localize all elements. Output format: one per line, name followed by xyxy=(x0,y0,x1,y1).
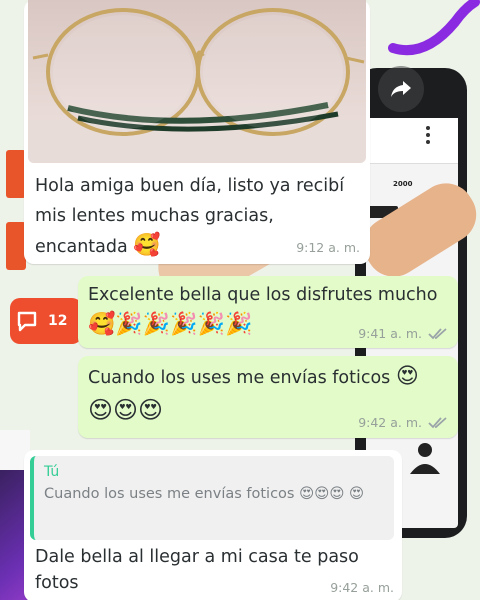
double-check-icon xyxy=(428,327,447,339)
incoming-reply-message[interactable]: Tú Cuando los uses me envías foticos 😍😍😍… xyxy=(24,450,402,600)
forward-button[interactable] xyxy=(378,66,424,112)
message-meta: 9:12 a. m. xyxy=(296,240,360,255)
double-check-icon xyxy=(428,416,447,428)
background-phone-stat: 2000 xyxy=(393,180,412,188)
background-phone-topbar xyxy=(366,118,458,164)
message-meta: 9:41 a. m. xyxy=(358,326,448,341)
message-emoji: 🥰 xyxy=(133,233,161,258)
message-meta: 9:42 a. m. xyxy=(330,580,394,595)
message-time: 9:42 a. m. xyxy=(358,415,422,430)
quoted-message[interactable]: Tú Cuando los uses me envías foticos 😍😍😍… xyxy=(30,456,394,540)
quoted-author: Tú xyxy=(44,464,60,480)
notification-count: 12 xyxy=(48,313,68,329)
message-meta: 9:42 a. m. xyxy=(358,415,448,430)
message-time: 9:41 a. m. xyxy=(358,326,422,341)
message-time: 9:42 a. m. xyxy=(330,580,394,595)
incoming-message[interactable]: Hola amiga buen día, listo ya recibí mis… xyxy=(24,0,370,264)
message-photo[interactable] xyxy=(28,0,366,163)
background-phone-stat-value: 2000 xyxy=(393,180,413,188)
person-icon xyxy=(410,443,440,474)
message-time: 9:12 a. m. xyxy=(296,240,360,255)
background-red-tab xyxy=(6,222,26,270)
background-red-tab xyxy=(6,150,26,198)
quoted-text: Cuando los uses me envías foticos 😍😍😍 😍 xyxy=(44,486,365,502)
forward-arrow-icon xyxy=(391,81,411,97)
message-body: Excelente bella que los disfrutes mucho xyxy=(88,285,438,305)
message-emoji: 😍 xyxy=(395,364,419,389)
outgoing-message[interactable]: Cuando los uses me envías foticos 😍 😍😍😍 … xyxy=(78,356,458,438)
purple-brush-stroke xyxy=(388,0,480,56)
comment-icon xyxy=(17,311,37,332)
glasses-photo xyxy=(28,0,366,163)
message-body: Dale bella al llegar a mi casa te paso f… xyxy=(35,547,359,593)
outgoing-message[interactable]: Excelente bella que los disfrutes mucho … xyxy=(78,276,458,348)
message-body: Cuando los uses me envías foticos xyxy=(88,368,391,388)
more-options-icon xyxy=(424,126,432,148)
